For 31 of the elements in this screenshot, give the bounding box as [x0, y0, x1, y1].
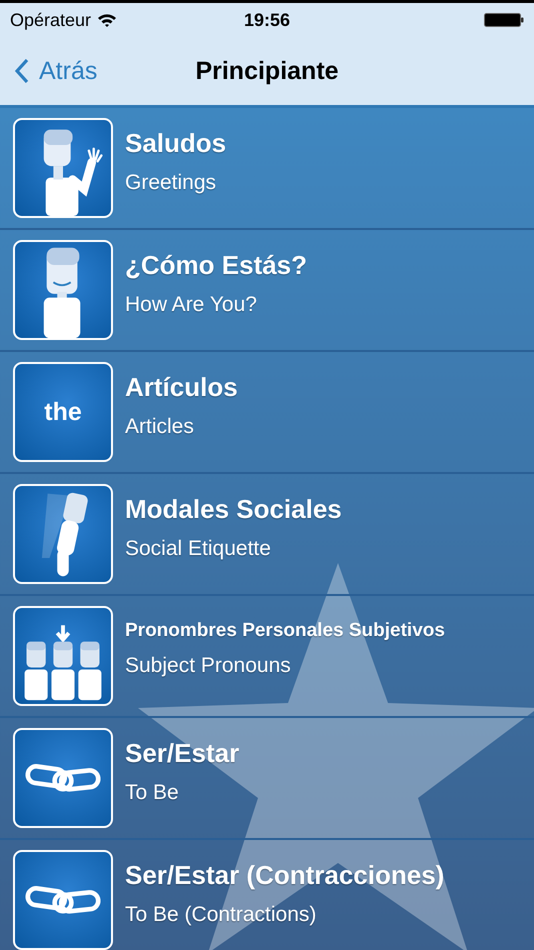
screen-title: Principiante — [195, 56, 339, 86]
battery-icon — [484, 13, 524, 27]
lesson-title: Ser/Estar — [125, 738, 240, 768]
lesson-row[interactable]: Saludos Greetings — [0, 108, 534, 230]
lesson-subtitle: To Be — [125, 780, 180, 804]
tile-word: the — [44, 398, 82, 426]
lesson-row[interactable]: Ser/Estar To Be — [0, 718, 534, 840]
lesson-row[interactable]: Modales Sociales Social Etiquette — [0, 474, 534, 596]
lesson-title: Saludos — [125, 128, 226, 158]
back-button[interactable]: Atrás — [0, 56, 98, 86]
wifi-icon — [97, 12, 118, 28]
lesson-subtitle: Articles — [125, 414, 195, 438]
lesson-subtitle: Greetings — [125, 170, 218, 194]
chevron-left-icon — [15, 59, 29, 83]
lesson-row[interactable]: the Artículos Articles — [0, 352, 534, 474]
lesson-title: Ser/Estar (Contracciones) — [125, 860, 444, 890]
carrier-name: Opérateur — [10, 10, 92, 30]
chain-link-icon — [24, 884, 102, 916]
lesson-title: Artículos — [125, 372, 238, 402]
lesson-subtitle: To Be (Contractions) — [125, 902, 318, 926]
clock-time: 19:56 — [244, 10, 290, 30]
lesson-title: ¿Cómo Estás? — [125, 250, 308, 280]
lesson-row[interactable]: ¿Cómo Estás? How Are You? — [0, 230, 534, 352]
lesson-row[interactable]: Pronombres Personales Subjetivos Subject Pronouns — [0, 596, 534, 718]
lesson-title: Pronombres Personales Subjetivos — [125, 620, 445, 642]
lesson-subtitle: Subject Pronouns — [125, 654, 292, 678]
lesson-subtitle: How Are You? — [125, 292, 258, 316]
chain-link-icon — [24, 762, 102, 794]
lesson-title: Modales Sociales — [125, 494, 342, 524]
lesson-row[interactable]: Ser/Estar (Contracciones) To Be (Contractions) — [0, 840, 534, 950]
lesson-subtitle: Social Etiquette — [125, 536, 272, 560]
